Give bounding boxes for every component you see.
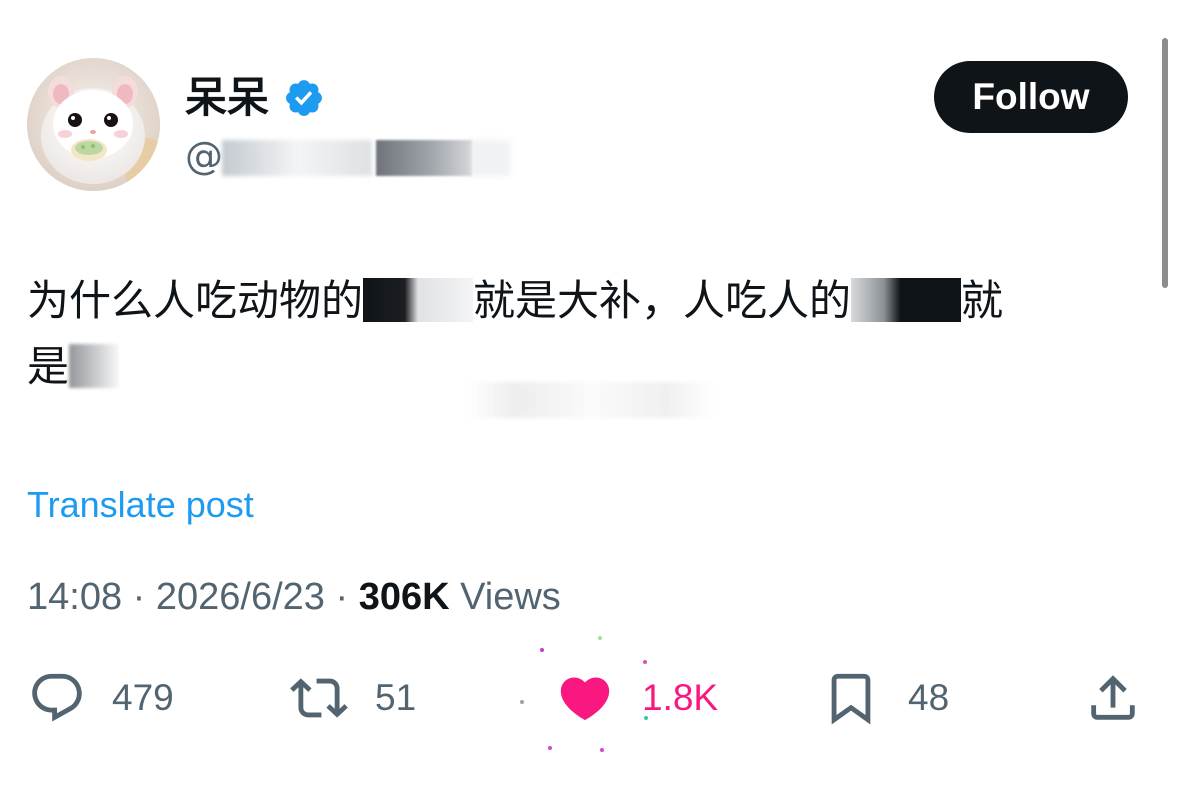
- post-time[interactable]: 14:08: [27, 576, 122, 618]
- redaction-block: [363, 277, 474, 322]
- like-sparkle: [644, 716, 648, 720]
- reply-count: 479: [112, 677, 174, 718]
- post-text-line-1: 为什么人吃动物的 就是大补，人吃人的 就: [27, 268, 1003, 334]
- post-text: 为什么人吃动物的 就是大补，人吃人的 就 是: [27, 268, 1003, 400]
- like-count: 1.8K: [642, 677, 719, 718]
- post-text-segment: 就: [961, 276, 1004, 325]
- like-sparkle: [520, 700, 524, 704]
- post-text-segment: 是: [27, 342, 70, 391]
- bookmark-count: 48: [908, 677, 950, 718]
- user-handle[interactable]: @: [185, 133, 223, 179]
- repost-icon: [290, 678, 348, 718]
- post-date[interactable]: 2026/6/23: [156, 576, 325, 618]
- display-name[interactable]: 呆呆: [185, 72, 269, 124]
- like-sparkle: [598, 636, 602, 640]
- redaction-block: [851, 277, 962, 322]
- follow-button[interactable]: Follow: [934, 61, 1128, 133]
- handle-redaction-blur: [222, 140, 372, 176]
- bookmark-icon: [831, 673, 871, 725]
- like-sparkle: [540, 648, 544, 652]
- hamster-avatar-image: [27, 58, 160, 191]
- share-icon: [1091, 675, 1135, 720]
- views-label: Views: [449, 576, 561, 618]
- reply-button[interactable]: 479: [28, 668, 174, 728]
- like-sparkle: [643, 660, 647, 664]
- post-detail-view: 呆呆 @ Follow 为什么人吃动物的 就是大补，人吃人的 就 是 Transla…: [0, 0, 1180, 800]
- like-button[interactable]: 1.8K: [556, 668, 718, 728]
- share-button[interactable]: [1084, 668, 1142, 728]
- redaction-smudge: [466, 382, 716, 418]
- repost-count: 51: [375, 677, 417, 718]
- post-text-segment: 为什么人吃动物的: [27, 276, 364, 325]
- views-count: 306K: [358, 576, 450, 618]
- redaction-blur: [69, 343, 120, 388]
- heart-icon: [560, 677, 610, 721]
- like-sparkle: [548, 746, 552, 750]
- verified-badge-icon[interactable]: [283, 77, 325, 119]
- scrollbar[interactable]: [1162, 38, 1168, 288]
- bookmark-button[interactable]: 48: [822, 668, 949, 728]
- like-sparkle: [600, 748, 604, 752]
- repost-button[interactable]: 51: [285, 668, 416, 728]
- translate-post-link[interactable]: Translate post: [27, 482, 254, 528]
- handle-redaction-fade: [470, 140, 510, 176]
- reply-icon: [32, 673, 82, 722]
- action-bar: 479 51 1.8K 48: [0, 636, 1180, 752]
- post-text-segment: 就是大补，人吃人的: [473, 276, 852, 325]
- meta-separator: ·: [324, 576, 359, 618]
- meta-separator: ·: [122, 576, 156, 618]
- avatar[interactable]: [27, 58, 160, 191]
- handle-redaction-block: [376, 140, 472, 176]
- post-meta: 14:08 · 2026/6/23 · 306K Views: [27, 573, 561, 621]
